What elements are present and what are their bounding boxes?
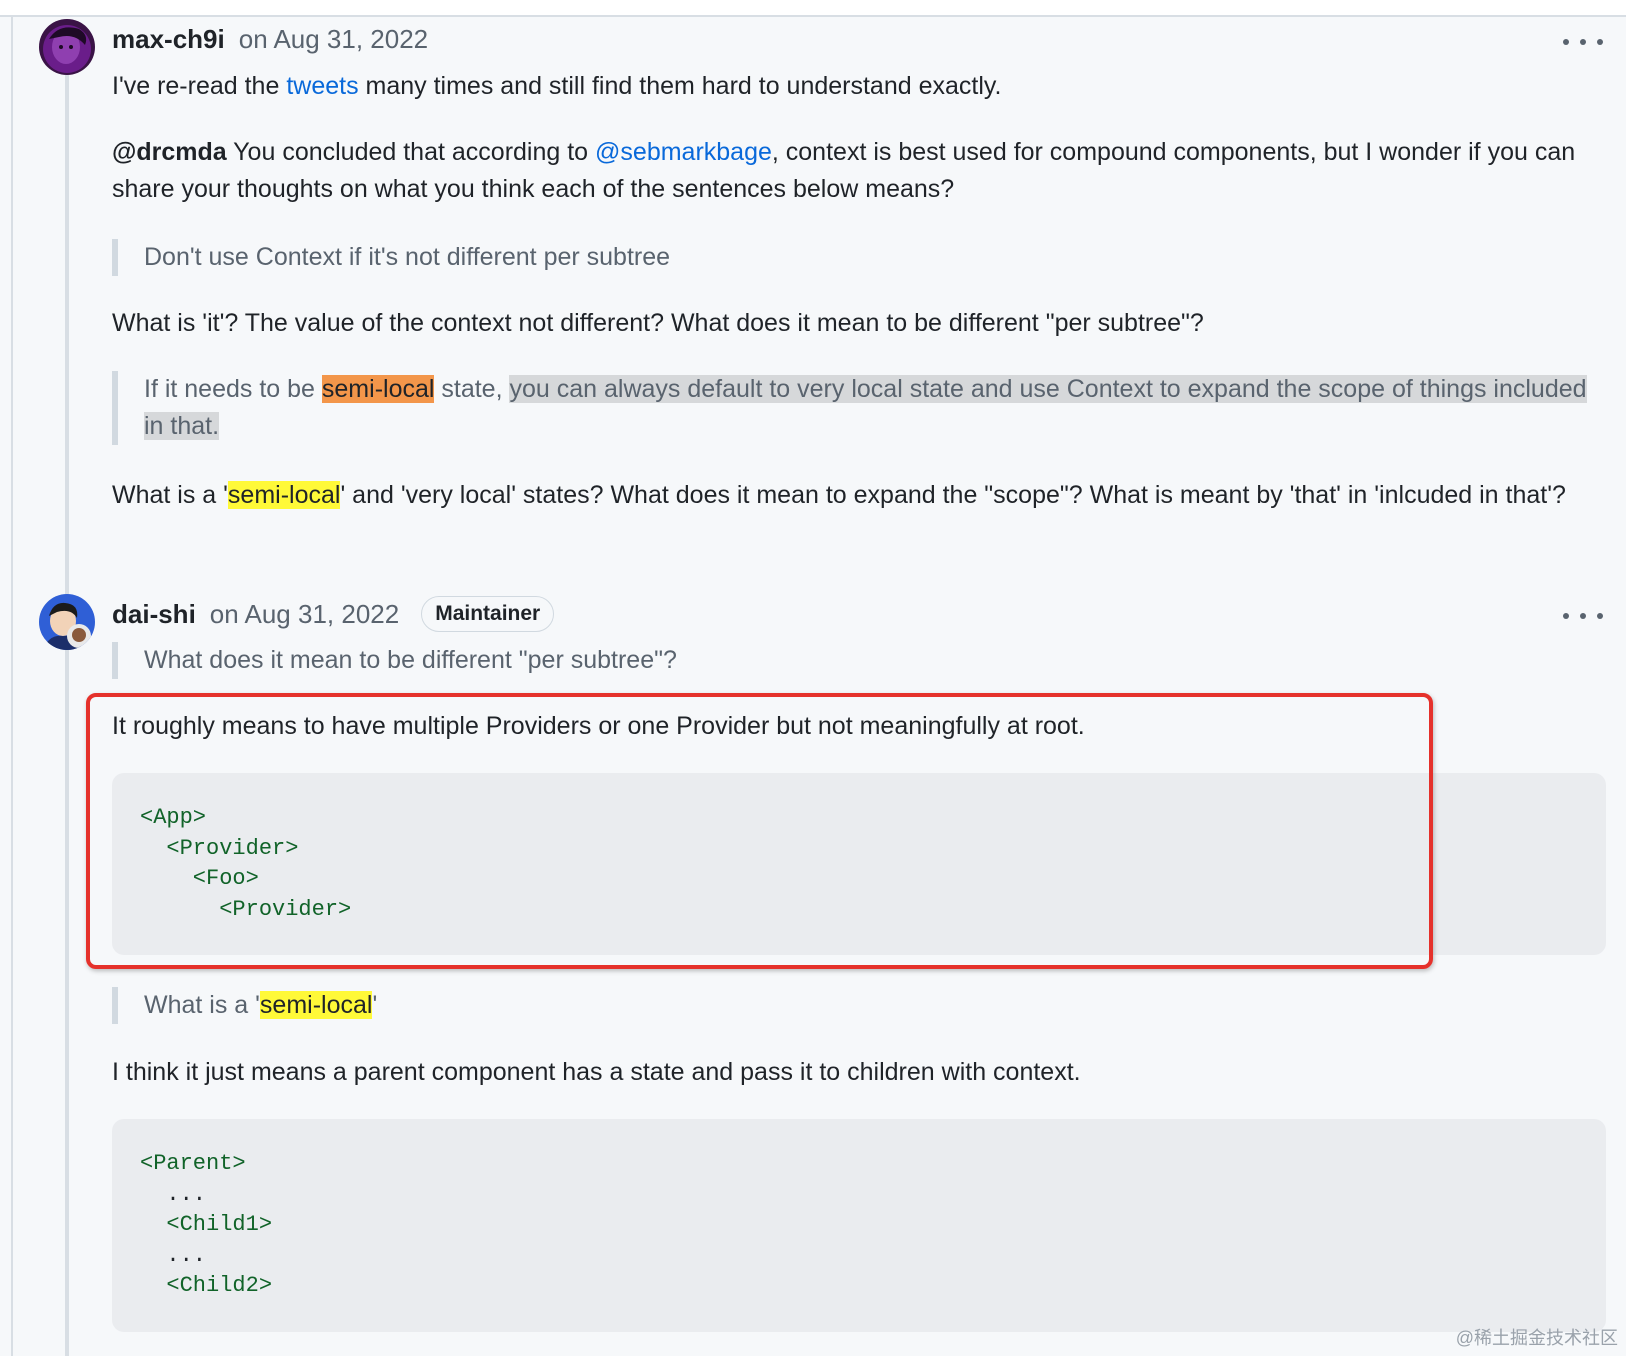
maintainer-badge: Maintainer [421,596,555,632]
text: You concluded that according to [226,138,596,166]
text: What is 'it'? The value of the context n… [112,309,1204,337]
comment-header: dai-shi on Aug 31, 2022 Maintainer [112,594,555,634]
highlight-semi-local: semi-local [227,481,341,509]
comment-paragraph: What is 'it'? The value of the context n… [112,305,1602,342]
author-link[interactable]: max-ch9i [112,24,225,55]
watermark: @稀土掘金技术社区 [1455,1328,1618,1348]
code-line: <Provider> [140,835,299,861]
mention-drcmda[interactable]: @drcmda [112,138,227,166]
blockquote: If it needs to be semi-local state, you … [112,371,1604,445]
comment-paragraph: @drcmda You concluded that according to … [112,134,1604,208]
thread-line [65,70,69,1356]
blockquote: What does it mean to be different "per s… [112,642,1604,679]
mention-sebmarkbage[interactable]: @sebmarkbage [595,138,772,166]
text: It roughly means to have multiple Provid… [112,712,1085,740]
comment-paragraph: It roughly means to have multiple Provid… [112,708,1422,745]
highlight-semi-local: semi-local [321,375,435,403]
text: many times and still find them hard to u… [358,72,1002,100]
text: ' and 'very local' states? What does it … [340,481,1566,509]
avatar[interactable] [39,19,95,75]
blockquote: Don't use Context if it's not different … [112,239,1604,276]
quote-text: What is a ' [144,991,260,1019]
kebab-horizontal-icon[interactable] [1563,604,1603,628]
code-block: <Parent> ... <Child1> ... <Child2> [112,1119,1606,1332]
code-line: <App> [140,805,207,830]
code-line: <Provider> [140,896,352,922]
code-line: <Foo> [140,866,259,891]
code-block: <App> <Provider> <Foo> <Provider> [112,773,1606,955]
quote-text: What does it mean to be different "per s… [144,646,677,674]
code-line: <Child1> [140,1212,273,1237]
avatar[interactable] [39,594,95,650]
code-line: <Parent> [140,1151,246,1176]
code-line: <Child2> [140,1273,273,1298]
highlight-semi-local: semi-local [259,991,373,1019]
comment-paragraph: I've re-read the tweets many times and s… [112,68,1602,105]
comment-header: max-ch9i on Aug 31, 2022 [112,19,428,59]
comment-date[interactable]: on Aug 31, 2022 [239,24,428,55]
top-border [0,0,1626,17]
text: I think it just means a parent component… [112,1058,1081,1086]
text: What is a ' [112,481,228,509]
tweets-link[interactable]: tweets [286,72,358,100]
quote-text: Don't use Context if it's not different … [144,243,671,271]
comment-paragraph: I think it just means a parent component… [112,1054,1602,1091]
code-line: ... [140,1242,207,1268]
quote-text: If it needs to be [144,375,322,403]
code-line: ... [140,1181,207,1207]
left-border [11,15,13,1356]
author-link[interactable]: dai-shi [112,599,196,630]
comment-date[interactable]: on Aug 31, 2022 [210,599,399,630]
text: I've re-read the [112,72,287,100]
comment-paragraph: What is a 'semi-local' and 'very local' … [112,477,1604,514]
quote-text: ' [372,991,378,1019]
kebab-horizontal-icon[interactable] [1563,30,1603,54]
quote-text: state, [434,375,510,403]
blockquote: What is a 'semi-local' [112,987,1604,1024]
